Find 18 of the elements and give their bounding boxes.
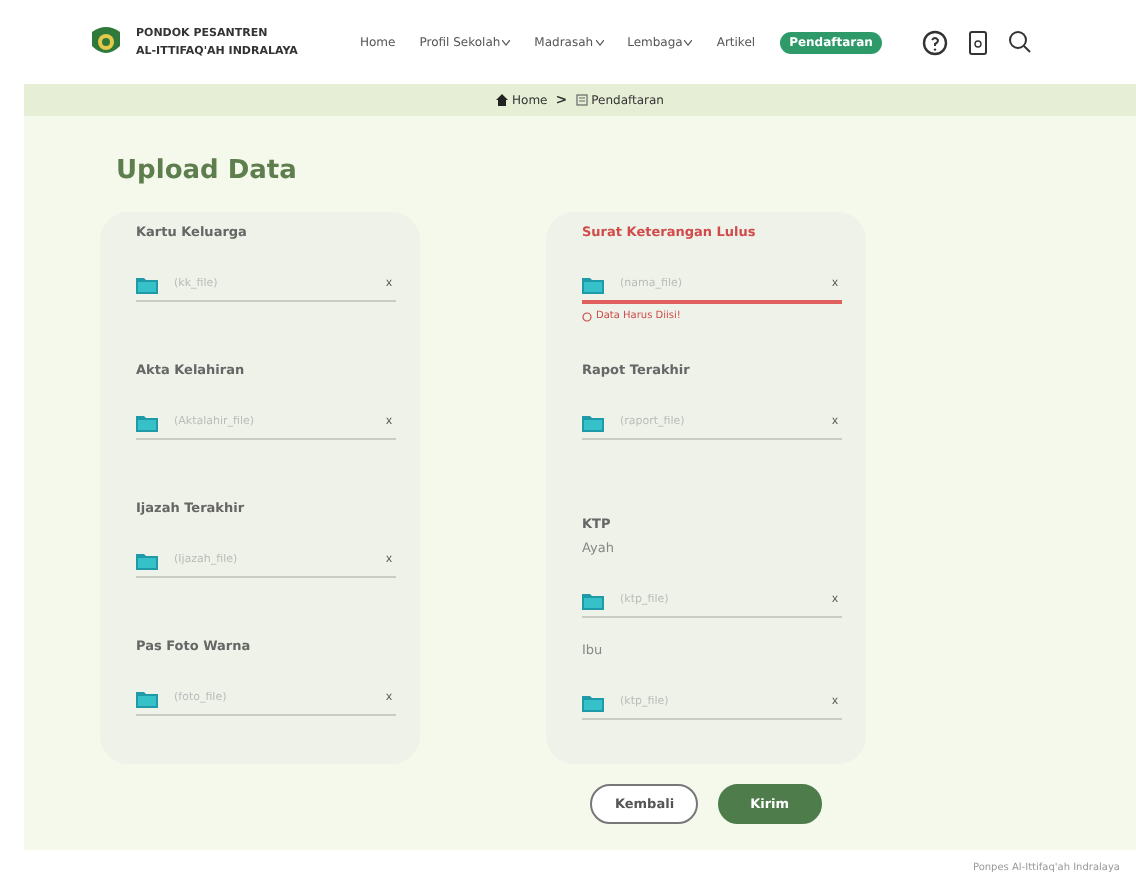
folder-icon	[582, 693, 604, 711]
folder-icon	[136, 413, 158, 431]
search-icon[interactable]	[1008, 30, 1033, 54]
contact-card-icon[interactable]	[968, 29, 989, 55]
folder-icon	[136, 551, 158, 569]
warning-icon	[582, 311, 592, 321]
chevron-down-icon	[595, 39, 604, 45]
help-icon[interactable]	[922, 29, 949, 55]
folder-icon	[582, 413, 604, 431]
folder-icon	[582, 275, 604, 293]
page-title: Upload Data	[116, 156, 299, 186]
home-icon	[496, 94, 509, 106]
folder-icon	[136, 275, 158, 293]
chevron-down-icon	[684, 39, 693, 45]
document-icon	[575, 94, 588, 106]
folder-icon	[582, 591, 604, 609]
chevron-down-icon	[502, 39, 511, 45]
folder-icon	[136, 689, 158, 707]
